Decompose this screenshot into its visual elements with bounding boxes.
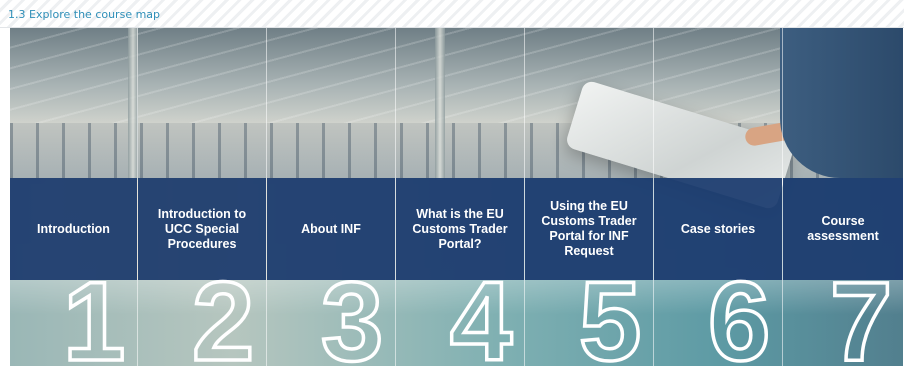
module-label: Introduction to UCC Special Procedures — [157, 206, 247, 251]
module-label: Course assessment — [807, 214, 879, 243]
page-title: 1.3 Explore the course map — [8, 8, 161, 21]
module-label: What is the EU Customs Trader Portal? — [412, 206, 508, 251]
module-label: Using the EU Customs Trader Portal for I… — [541, 199, 637, 258]
arm-image — [780, 28, 903, 178]
warehouse-ceiling — [10, 28, 903, 123]
warehouse-floor — [10, 280, 903, 366]
module-button-about-inf[interactable]: About INF — [267, 178, 395, 280]
module-button-introduction[interactable]: Introduction — [10, 178, 137, 280]
module-button-eu-customs-trader-portal[interactable]: What is the EU Customs Trader Portal? — [396, 178, 524, 280]
module-button-using-portal-for-inf[interactable]: Using the EU Customs Trader Portal for I… — [525, 178, 653, 280]
module-button-course-assessment[interactable]: Course assessment — [783, 178, 903, 280]
page-header: 1.3 Explore the course map — [0, 0, 904, 28]
module-label: Case stories — [680, 221, 756, 236]
pillar — [435, 28, 445, 180]
module-button-ucc-special-procedures[interactable]: Introduction to UCC Special Procedures — [138, 178, 266, 280]
module-button-case-stories[interactable]: Case stories — [654, 178, 782, 280]
course-map: Introduction Introduction to UCC Special… — [10, 28, 903, 366]
module-label: Introduction — [37, 221, 110, 236]
module-label: About INF — [301, 221, 361, 236]
